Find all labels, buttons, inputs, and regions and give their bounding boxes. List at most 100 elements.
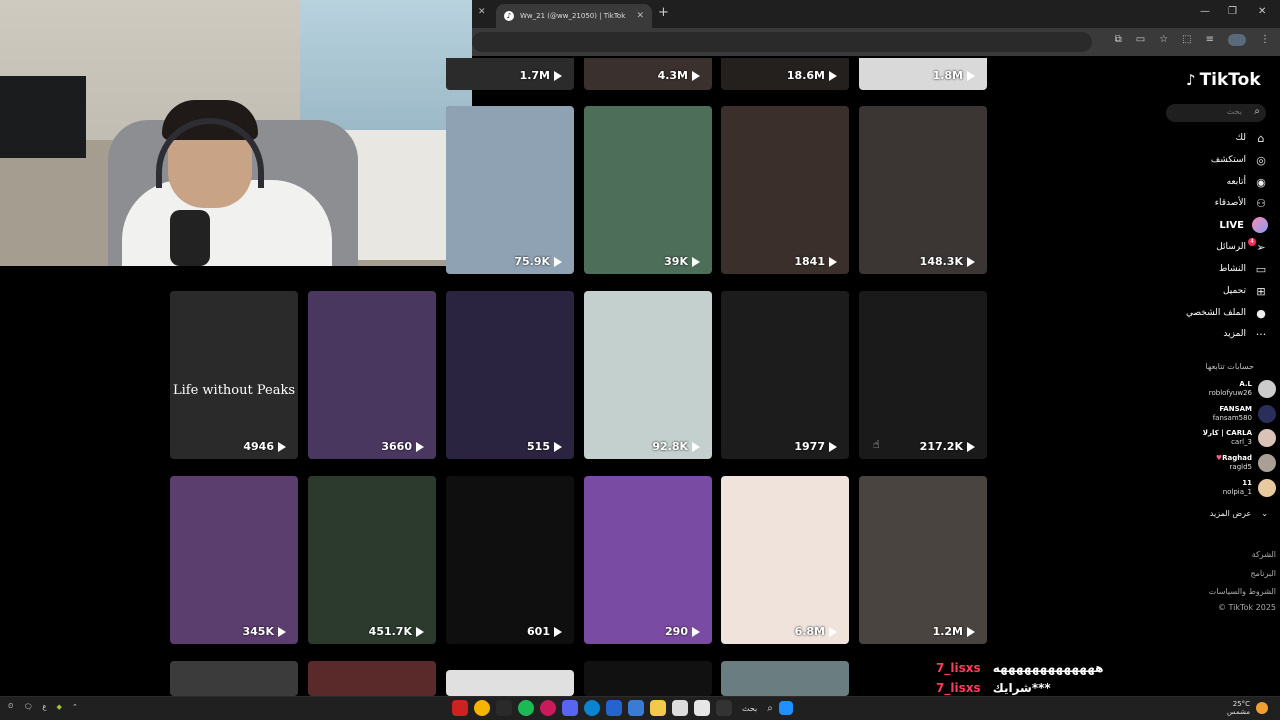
video-card[interactable]: 39K <box>584 106 712 274</box>
nav-explore[interactable]: استكشف ◎ <box>1211 151 1268 169</box>
video-card[interactable] <box>721 661 849 696</box>
footer-company-link[interactable]: الشركة <box>1252 550 1276 559</box>
tiktok-logo[interactable]: ♪ TikTok <box>1186 70 1261 90</box>
edge-icon[interactable] <box>584 700 600 716</box>
video-card[interactable]: 6.8M <box>721 476 849 644</box>
play-icon <box>692 441 700 452</box>
taskbar-tray-left: ⏲ 🗨 ع ◆ ⌃ <box>8 702 78 711</box>
following-account[interactable]: FANSAM fansam580 <box>1213 403 1276 425</box>
video-card[interactable]: 18.6M <box>721 58 849 90</box>
nav-following[interactable]: أتابعه ◉ <box>1227 173 1268 191</box>
tab-tiktok-profile[interactable]: ♪ Ww_21 (@ww_21050) | TikTok ✕ <box>496 4 652 28</box>
restore-button[interactable]: ❐ <box>1228 6 1237 17</box>
menu-kebab-icon[interactable]: ⋮ <box>1260 34 1270 46</box>
video-card[interactable] <box>446 670 574 696</box>
see-more-button[interactable]: عرض المزيد ⌄ <box>1210 509 1268 518</box>
bookmark-star-icon[interactable]: ☆ <box>1159 34 1168 46</box>
cast-icon[interactable]: ▭ <box>1136 34 1145 46</box>
video-thumbnail <box>584 106 712 274</box>
play-icon <box>278 441 286 452</box>
video-card[interactable]: 290 <box>584 476 712 644</box>
video-card[interactable]: 92.8K <box>584 291 712 459</box>
search-icon[interactable]: ⌕ <box>1254 106 1260 117</box>
close-window-button[interactable]: ✕ <box>1258 6 1266 17</box>
toolbar-icons: ⧉ ▭ ☆ ⬚ ≡ ⋮ <box>1115 34 1270 46</box>
video-thumbnail <box>584 291 712 459</box>
extensions-icon[interactable]: ⬚ <box>1182 34 1191 46</box>
browser-toolbar: ⧉ ▭ ☆ ⬚ ≡ ⋮ <box>472 28 1280 56</box>
nav-upload[interactable]: تحميل ⊞ <box>1223 282 1268 300</box>
view-count: 18.6M <box>787 69 837 82</box>
new-tab-button[interactable]: + <box>658 5 669 20</box>
video-card[interactable]: 345K <box>170 476 298 644</box>
video-card[interactable]: Life without Peaks 4946 <box>170 291 298 459</box>
nav-friends[interactable]: الأصدقاء ⚇ <box>1215 194 1268 212</box>
video-thumbnail <box>584 661 712 696</box>
footer-terms-link[interactable]: الشروط والسياسات <box>1209 587 1276 596</box>
video-card[interactable]: 148.3K <box>859 106 987 274</box>
view-count: 290 <box>665 625 700 638</box>
video-card[interactable]: 1.2M <box>859 476 987 644</box>
video-card[interactable]: 217.2K <box>859 291 987 459</box>
reading-list-icon[interactable]: ≡ <box>1206 34 1214 46</box>
video-card[interactable] <box>170 661 298 696</box>
file-explorer-icon[interactable] <box>650 700 666 716</box>
search-input[interactable]: بحث ⌕ <box>1166 104 1266 122</box>
video-thumbnail <box>721 106 849 274</box>
clock-icon[interactable]: ⏲ <box>8 702 13 711</box>
tab-close-icon[interactable]: ✕ <box>636 11 644 21</box>
terminal-icon[interactable] <box>496 700 512 716</box>
chrome-icon[interactable] <box>474 700 490 716</box>
app-icon[interactable] <box>606 700 622 716</box>
discord-icon[interactable] <box>562 700 578 716</box>
store-icon[interactable] <box>672 700 688 716</box>
search-icon[interactable]: ⌕ <box>767 703 773 714</box>
app-icon[interactable] <box>540 700 556 716</box>
video-card[interactable]: 75.9K <box>446 106 574 274</box>
widgets-icon[interactable] <box>716 700 732 716</box>
sun-icon[interactable] <box>1256 702 1268 714</box>
taskbar-search[interactable]: بحث <box>742 704 757 713</box>
app-icon[interactable] <box>452 700 468 716</box>
following-account[interactable]: A.L roblofyuw26 <box>1209 378 1276 400</box>
spotify-icon[interactable] <box>518 700 534 716</box>
nav-profile[interactable]: الملف الشخصي ● <box>1186 304 1268 322</box>
chevron-up-icon[interactable]: ⌃ <box>72 703 78 711</box>
following-account[interactable]: كارلا | CARLA carl_3 <box>1203 427 1276 449</box>
video-card[interactable]: 601 <box>446 476 574 644</box>
following-account[interactable]: 11 nolpia_1 <box>1223 477 1276 499</box>
video-thumbnail <box>308 476 436 644</box>
video-card[interactable] <box>584 661 712 696</box>
language-icon[interactable]: ع <box>42 703 46 711</box>
messages-badge: 4 <box>1248 237 1256 246</box>
profile-avatar-icon[interactable] <box>1228 34 1246 46</box>
nav-live[interactable]: LIVE <box>1219 216 1268 234</box>
nav-for-you[interactable]: لك ⌂ <box>1236 129 1268 147</box>
nav-more[interactable]: المزيد ··· <box>1223 325 1268 343</box>
address-bar[interactable] <box>472 32 1092 52</box>
prev-tab-close-icon[interactable]: ✕ <box>478 7 486 17</box>
notification-icon[interactable]: 🗨 <box>23 703 32 711</box>
video-thumbnail <box>170 291 298 459</box>
video-card[interactable]: 3660 <box>308 291 436 459</box>
app-tray-icon[interactable]: ◆ <box>57 703 62 711</box>
video-card[interactable]: 1977 <box>721 291 849 459</box>
video-card[interactable]: 451.7K <box>308 476 436 644</box>
footer-program-link[interactable]: البرنامج <box>1250 569 1276 578</box>
video-card[interactable]: 1841 <box>721 106 849 274</box>
nav-messages[interactable]: الرسائل ➢ 4 <box>1216 237 1268 256</box>
video-card[interactable] <box>308 661 436 696</box>
windows-start-icon[interactable] <box>778 701 793 715</box>
video-thumbnail <box>859 291 987 459</box>
following-account[interactable]: ♥Raghad ragld5 <box>1216 452 1276 474</box>
translate-icon[interactable]: ⧉ <box>1115 34 1122 46</box>
notepad-icon[interactable] <box>694 700 710 716</box>
nav-activity[interactable]: النشاط ▭ <box>1219 260 1268 278</box>
app-icon[interactable] <box>628 700 644 716</box>
video-card[interactable]: 1.8M <box>859 58 987 90</box>
video-card[interactable]: 1.7M <box>446 58 574 90</box>
minimize-button[interactable]: — <box>1200 6 1210 17</box>
video-card[interactable]: 4.3M <box>584 58 712 90</box>
play-icon <box>829 70 837 81</box>
video-card[interactable]: 515 <box>446 291 574 459</box>
